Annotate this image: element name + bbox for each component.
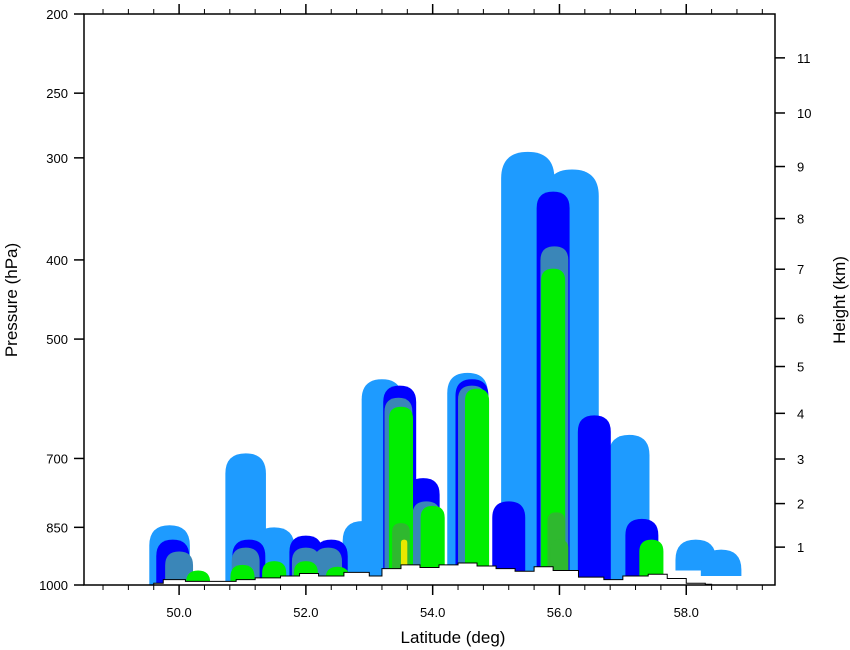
y-tick-label-left: 200	[46, 7, 68, 22]
y-axis-title-right: Height (km)	[830, 256, 849, 344]
y-tick-label-left: 250	[46, 86, 68, 101]
y-tick-label-right: 1	[797, 540, 804, 555]
y-tick-label-left: 1000	[39, 578, 68, 593]
chart: 50.0 52.0 54.0 56.0 58.0 1000 850 700 500 400 300 2…	[2, 4, 849, 647]
y-tick-label-left: 400	[46, 253, 68, 268]
y-tick-label-left: 700	[46, 451, 68, 466]
y-tick-label-right: 8	[797, 212, 804, 227]
x-tick-label: 50.0	[166, 605, 191, 620]
x-axis-title: Latitude (deg)	[401, 628, 506, 647]
x-tick-label: 56.0	[547, 605, 572, 620]
y-tick-label-right: 9	[797, 160, 804, 175]
x-tick-label: 58.0	[674, 605, 699, 620]
contour-region-level-1	[577, 415, 611, 585]
y-tick-label-right: 5	[797, 360, 804, 375]
y-tick-label-left: 850	[46, 520, 68, 535]
contour-region-level-4	[465, 388, 490, 575]
y-tick-label-right: 7	[797, 262, 804, 277]
y-tick-label-right: 11	[797, 51, 811, 66]
y-tick-label-right: 10	[797, 106, 811, 121]
y-tick-label-right: 3	[797, 452, 804, 467]
y-tick-label-left: 500	[46, 332, 68, 347]
x-tick-label: 54.0	[420, 605, 445, 620]
y-tick-label-left: 300	[46, 151, 68, 166]
contour-region-level-4	[230, 564, 255, 582]
y-tick-label-right: 4	[797, 406, 804, 421]
y-tick-label-right: 6	[797, 311, 804, 326]
x-tick-label: 52.0	[293, 605, 318, 620]
y-tick-label-right: 2	[797, 497, 804, 512]
y-axis-title-left: Pressure (hPa)	[2, 243, 21, 357]
